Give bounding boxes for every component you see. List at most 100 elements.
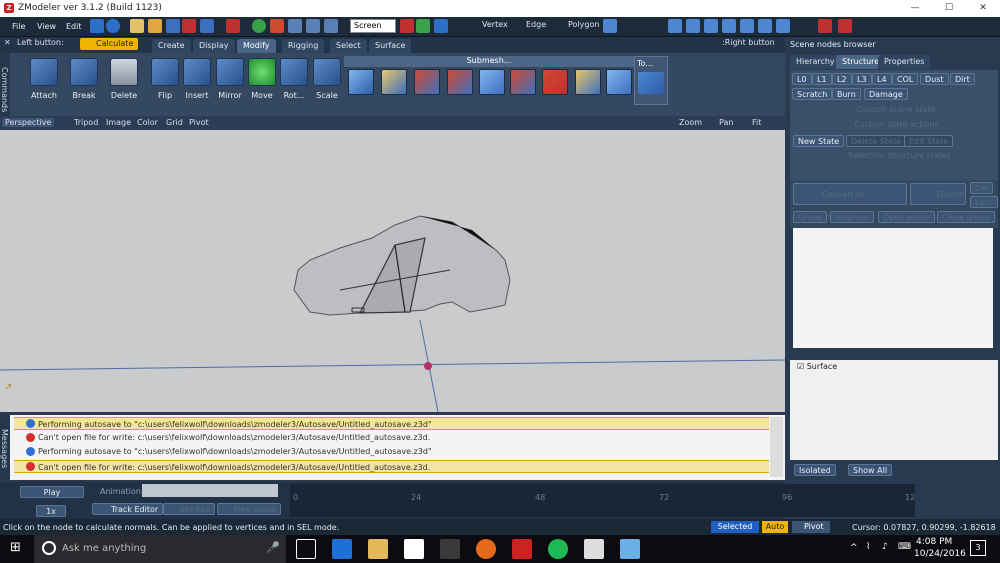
col-button[interactable]: COL [892,73,919,85]
brush-icon[interactable] [381,69,407,95]
submesh-icon-1[interactable] [348,69,374,95]
play-button[interactable]: Play [20,486,84,498]
rotate-button[interactable]: Rot... [276,58,312,108]
group-button[interactable]: Group [793,211,828,223]
zoom-button[interactable]: Zoom [679,118,702,127]
flip-button[interactable]: Flip [147,58,183,108]
speed-select[interactable]: 1x [36,505,66,517]
lock-button[interactable]: Lock [970,196,999,208]
convert-compound-button[interactable]: Convert to Compound [793,183,907,221]
scale-button[interactable]: Scale [309,58,345,108]
viewport-pivot[interactable]: Pivot [189,118,209,127]
set-key-button[interactable]: Set Key [163,503,216,515]
polygon-mode-button[interactable]: Polygon [568,20,599,29]
animation-select[interactable] [142,484,278,497]
pan-button[interactable]: Pan [719,118,733,127]
minimize-button[interactable]: — [908,2,922,14]
dismiss-button[interactable]: Dismis [910,183,966,205]
toolbar-icon-8[interactable] [704,19,718,33]
toolbar-icon-14[interactable] [838,19,852,33]
dirt-button[interactable]: Dirt [950,73,975,85]
3d-viewport[interactable] [0,130,786,413]
scratch-button[interactable]: Scratch [792,88,833,100]
toolbar-icon-12[interactable] [776,19,790,33]
submesh-icon-2[interactable] [414,69,440,95]
submesh-icon-5[interactable] [510,69,536,95]
dust-button[interactable]: Dust [920,73,949,85]
microphone-icon[interactable]: 🎤 [266,541,280,554]
menu-view[interactable]: View [37,22,56,31]
tab-hierarchy[interactable]: Hierarchy [790,55,841,69]
tab-display[interactable]: Display [193,39,235,53]
save-icon[interactable] [166,19,180,33]
close-group-button[interactable]: Close group [937,211,995,223]
lod-4-button[interactable]: L4 [872,73,892,85]
isolated-button[interactable]: Isolated [794,464,836,476]
pivot-button[interactable]: Pivot [792,521,830,533]
toolbar-icon-1[interactable] [90,19,104,33]
volume-icon[interactable]: ♪ [882,542,888,552]
viewport-tripod[interactable]: Tripod [74,118,98,127]
edit-state-button[interactable]: Edit State [904,135,954,147]
open-folder-icon[interactable] [148,19,162,33]
network-icon[interactable]: ⌇ [866,542,870,552]
surface-list[interactable] [790,360,998,460]
insert-button[interactable]: Insert [179,58,215,108]
submesh-icon-7[interactable] [575,69,601,95]
fit-button[interactable]: Fit [752,118,761,127]
lod-2-button[interactable]: L2 [832,73,852,85]
delete-state-button[interactable]: Delete State [846,135,907,147]
show-all-button[interactable]: Show All [848,464,893,476]
surface-item[interactable]: ☑ Surface [797,362,837,371]
selected-button[interactable]: Selected [711,521,759,533]
notification-icon[interactable]: 3 [970,540,986,556]
tab-surface[interactable]: Surface [369,39,412,53]
edge-browser-icon[interactable] [332,539,352,559]
app-icon-10[interactable] [620,539,640,559]
toolbar-icon-4[interactable] [306,19,320,33]
delete-icon[interactable] [182,19,196,33]
toolbar-icon-2[interactable] [270,19,284,33]
messages-scrollbar[interactable] [770,417,783,477]
keyboard-icon[interactable]: ⌨ [898,542,911,552]
new-file-icon[interactable] [130,19,144,33]
structure-list[interactable] [793,228,993,348]
app-icon-9[interactable] [584,539,604,559]
close-icon[interactable]: ✕ [4,38,11,47]
menu-file[interactable]: File [12,22,25,31]
viewport-color[interactable]: Color [137,118,158,127]
tab-rigging[interactable]: Rigging [282,39,325,53]
maximize-button[interactable]: ☐ [942,2,956,14]
zmodeler-taskbar-icon[interactable] [512,539,532,559]
toolbar-icon-13[interactable] [818,19,832,33]
break-button[interactable]: Break [66,58,102,108]
undo-icon[interactable] [200,19,214,33]
tab-modify[interactable]: Modify [237,39,276,53]
ungroup-button[interactable]: Ungroup [830,211,875,223]
mirror-button[interactable]: Mirror [212,58,248,108]
damage-select[interactable]: Damage [864,88,908,100]
pivot-marker[interactable] [424,362,432,370]
task-view-icon[interactable] [296,539,316,559]
edge-mode-button[interactable]: Edge [526,20,546,29]
viewport-grid[interactable]: Grid [166,118,183,127]
firefox-icon[interactable] [476,539,496,559]
spotify-icon[interactable] [548,539,568,559]
calculate-button[interactable]: Calculate [80,38,138,50]
store-icon[interactable] [404,539,424,559]
submesh-icon-4[interactable] [479,69,505,95]
delete-button[interactable]: Delete [106,58,142,108]
windows-start-icon[interactable]: ⊞ [10,541,24,555]
viewport-name[interactable]: Perspective [2,118,55,127]
submesh-icon-3[interactable] [447,69,473,95]
help-icon[interactable] [106,19,120,33]
toolbar-icon-3[interactable] [288,19,302,33]
submesh-icon-8[interactable] [606,69,632,95]
close-button[interactable]: ✕ [976,2,990,14]
viewport-image[interactable]: Image [106,118,131,127]
tray-chevron-icon[interactable]: ^ [850,543,858,553]
menu-edit[interactable]: Edit [66,22,82,31]
vertex-mode-button[interactable]: Vertex [482,20,508,29]
coord-system-select[interactable]: Screen [350,19,396,33]
clock-time[interactable]: 4:08 PM [916,537,952,547]
